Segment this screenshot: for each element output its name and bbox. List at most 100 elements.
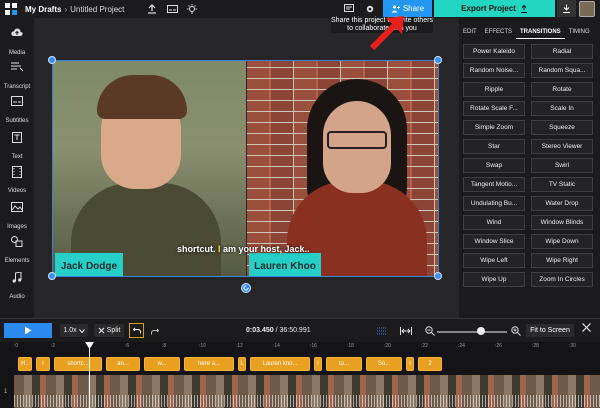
glasses (327, 131, 387, 149)
zoom-slider-track[interactable] (437, 331, 507, 333)
video-track[interactable] (14, 375, 600, 408)
user-avatar[interactable] (579, 1, 595, 17)
transition-option[interactable]: Water Drop (531, 196, 593, 211)
speed-value: 1.0x (63, 327, 77, 334)
lightbulb-icon[interactable] (186, 3, 198, 15)
subtitle-clip[interactable]: I. (238, 357, 246, 371)
sidebar-item-transcript[interactable]: Transcript (0, 60, 34, 90)
transition-option[interactable]: Star (463, 139, 525, 154)
transition-option[interactable]: Stereo Viewer (531, 139, 593, 154)
undo-icon (132, 327, 141, 334)
play-button[interactable] (4, 323, 52, 338)
resize-handle-bottom-right[interactable] (434, 272, 442, 280)
sidebar-item-media[interactable]: Media (0, 26, 34, 56)
tab-edit[interactable]: EDIT (459, 25, 481, 39)
image-icon (11, 202, 23, 214)
app-logo-icon[interactable] (3, 1, 19, 17)
transition-option[interactable]: Random Squa... (531, 63, 593, 78)
transition-option[interactable]: Simple Zoom (463, 120, 525, 135)
transcript-icon (11, 62, 24, 74)
fit-to-screen-button[interactable]: Fit to Screen (526, 324, 574, 337)
comments-icon[interactable] (343, 3, 355, 15)
undo-button[interactable] (129, 323, 144, 338)
download-icon (563, 4, 570, 13)
sidebar-item-text[interactable]: Text (0, 130, 34, 160)
subtitle-clip[interactable]: I (406, 357, 414, 371)
transition-option[interactable]: Random Noise... (463, 63, 525, 78)
subtitle-clip[interactable]: an... (106, 357, 140, 371)
subtitle-clip[interactable]: Lauren kno... (250, 357, 310, 371)
cloud-upload-icon (11, 28, 23, 40)
breadcrumb-my-drafts[interactable]: My Drafts (25, 5, 61, 14)
name-tag-right[interactable]: Lauren Khoo (249, 253, 321, 276)
zoom-out-icon[interactable] (424, 325, 436, 337)
sidebar-item-videos[interactable]: Videos (0, 164, 34, 194)
sidebar-item-elements[interactable]: Elements (0, 234, 34, 264)
subtitle-clip[interactable]: here a... (184, 357, 234, 371)
subtitle-clip[interactable]: I (314, 357, 322, 371)
transition-option[interactable]: Tangent Motio... (463, 177, 525, 192)
sidebar-item-audio[interactable]: Audio (0, 270, 34, 300)
transition-option[interactable]: Power Kaleido (463, 44, 525, 59)
resize-handle-top-left[interactable] (48, 56, 56, 64)
subtitle-clip[interactable]: I (36, 357, 50, 371)
transition-option[interactable]: Swirl (531, 158, 593, 173)
playhead-line[interactable] (89, 342, 90, 408)
chevron-down-icon (78, 328, 85, 333)
ruler-mark: :8 (162, 343, 167, 349)
transition-option[interactable]: Zoom In Circles (531, 272, 593, 287)
redo-button[interactable] (149, 325, 161, 337)
fit-width-icon[interactable] (400, 325, 412, 337)
subtitle-caption[interactable]: shortcut. I am your host, Jack.. (177, 244, 310, 254)
export-icon (520, 4, 527, 13)
subtitle-clip[interactable]: 2 (418, 357, 442, 371)
subtitle-clip[interactable]: So... (366, 357, 402, 371)
project-name[interactable]: Untitled Project (70, 5, 124, 14)
zoom-slider-knob[interactable] (477, 327, 485, 335)
transition-option[interactable]: Wind (463, 215, 525, 230)
transition-option[interactable]: Ripple (463, 82, 525, 97)
transition-option[interactable]: Swap (463, 158, 525, 173)
rotate-handle[interactable] (241, 283, 251, 293)
split-button[interactable]: Split (94, 324, 124, 337)
ruler-mark: :10 (199, 343, 206, 349)
transition-option[interactable]: Wipe Right (531, 253, 593, 268)
transition-option[interactable]: Rotate Scale F... (463, 101, 525, 116)
transition-option[interactable]: Rotate (531, 82, 593, 97)
ruler-mark: :26 (495, 343, 502, 349)
zoom-in-icon[interactable] (510, 325, 522, 337)
transition-option[interactable]: Squeeze (531, 120, 593, 135)
upload-icon[interactable] (146, 3, 158, 15)
video-preview[interactable]: Jack Dodge Lauren Khoo shortcut. I am yo… (52, 60, 439, 277)
sidebar-item-images[interactable]: Images (0, 200, 34, 230)
sidebar-label-elements: Elements (4, 258, 30, 264)
transition-option[interactable]: Wipe Left (463, 253, 525, 268)
magnet-snap-icon[interactable] (376, 325, 388, 337)
resize-handle-top-right[interactable] (434, 56, 442, 64)
close-timeline-icon[interactable] (582, 323, 591, 335)
transition-option[interactable]: TV Static (531, 177, 593, 192)
tab-transitions[interactable]: TRANSITIONS (516, 25, 565, 39)
tab-timing[interactable]: TIMING (565, 25, 594, 39)
subtitle-clip[interactable]: w... (144, 357, 180, 371)
transition-option[interactable]: Undulating Bu... (463, 196, 525, 211)
subtitle-clip[interactable]: H.. (18, 357, 32, 371)
export-project-button[interactable]: Export Project (434, 0, 555, 17)
resize-handle-bottom-left[interactable] (48, 272, 56, 280)
sidebar-label-images: Images (7, 224, 27, 230)
tab-effects[interactable]: EFFECTS (481, 25, 516, 39)
sidebar-item-subtitles[interactable]: Subtitles (0, 94, 34, 124)
transition-option[interactable]: Wipe Up (463, 272, 525, 287)
subtitle-settings-icon[interactable] (166, 3, 178, 15)
transition-option[interactable]: Wipe Down (531, 234, 593, 249)
transition-option[interactable]: Radial (531, 44, 593, 59)
transition-option[interactable]: Scale In (531, 101, 593, 116)
name-tag-left[interactable]: Jack Dodge (55, 253, 123, 276)
transition-option[interactable]: Window Slice (463, 234, 525, 249)
subtitle-clip[interactable]: shortc... (54, 357, 102, 371)
speed-select[interactable]: 1.0x (60, 324, 88, 337)
download-button[interactable] (557, 0, 576, 17)
transition-option[interactable]: Window Blinds (531, 215, 593, 230)
play-icon (25, 326, 32, 335)
subtitle-clip[interactable]: to... (326, 357, 362, 371)
